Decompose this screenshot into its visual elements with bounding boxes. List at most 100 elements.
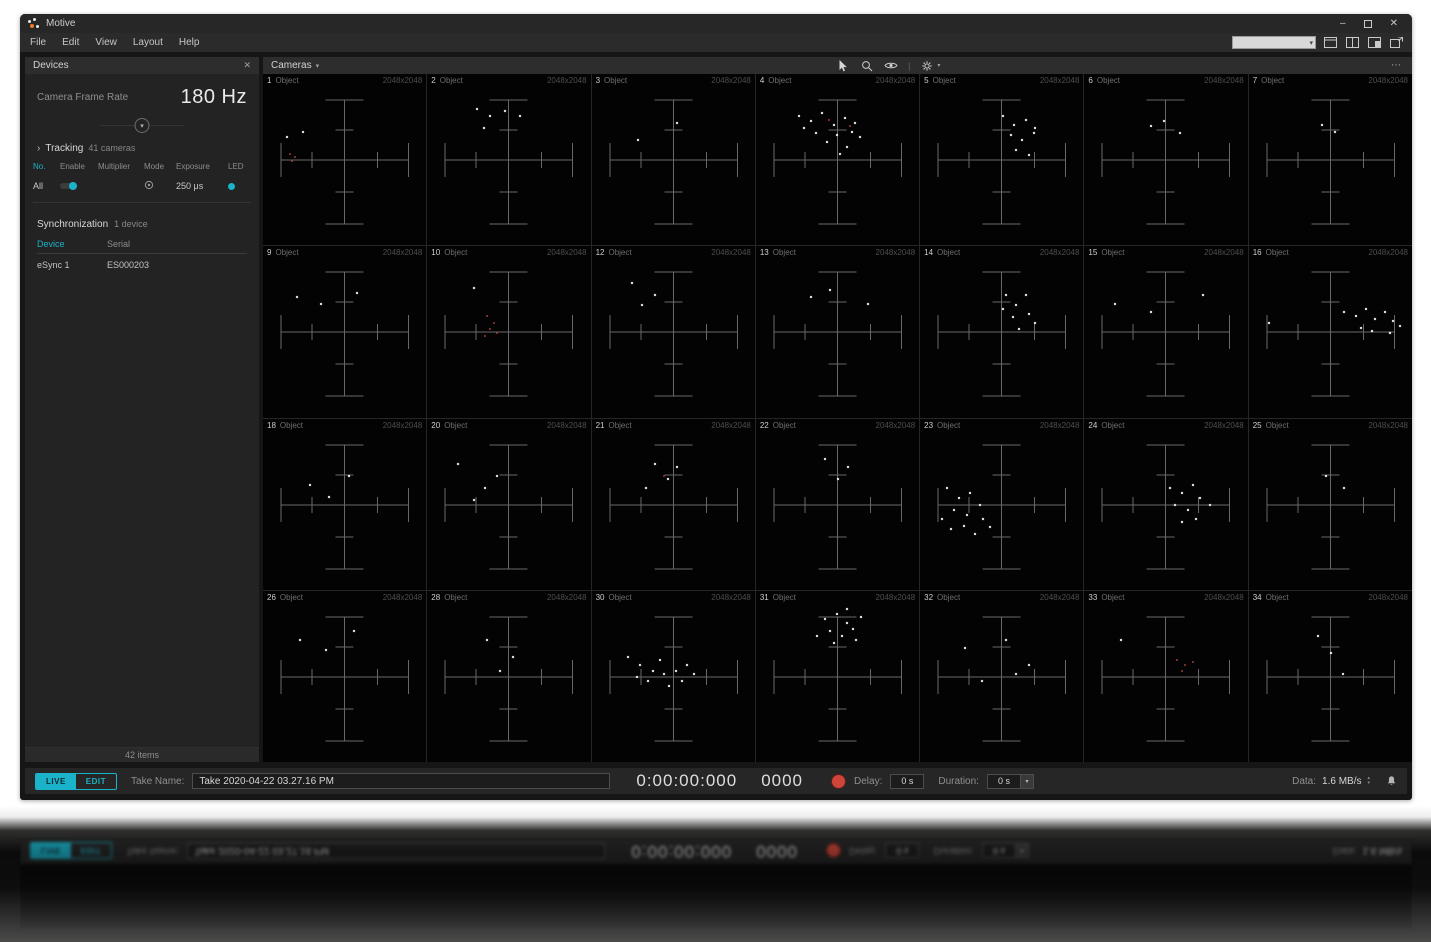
marker-dot (654, 294, 656, 296)
marker-dot-red (289, 153, 291, 155)
maximize-button[interactable] (1364, 20, 1372, 28)
camera-tile[interactable]: 10Object2048x2048 (427, 246, 590, 417)
camera-number: 2 (431, 76, 435, 85)
camera-tile[interactable]: 12Object2048x2048 (592, 246, 755, 417)
camera-mode-label: Object (937, 421, 960, 430)
cameras-panel-header: Cameras ▾ | ▾ ⋯ (263, 57, 1412, 74)
camera-tile-header: 34Object2048x2048 (1253, 593, 1408, 602)
minimize-button[interactable]: – (1340, 18, 1346, 29)
camera-tile[interactable]: 14Object2048x2048 (920, 246, 1083, 417)
synchronization-section: Synchronization 1 device Device Serial e… (25, 203, 259, 270)
camera-tile[interactable]: 31Object2048x2048 (756, 591, 919, 762)
camera-tile[interactable]: 9Object2048x2048 (263, 246, 426, 417)
camera-tile[interactable]: 4Object2048x2048 (756, 74, 919, 245)
camera-resolution-label: 2048x2048 (1368, 421, 1408, 430)
camera-tile[interactable]: 15Object2048x2048 (1084, 246, 1247, 417)
col-mode[interactable]: Mode (144, 159, 176, 174)
delay-field[interactable]: 0 s (890, 774, 924, 789)
gear-dropdown-icon[interactable]: ▾ (937, 62, 940, 69)
camera-number: 1 (267, 76, 271, 85)
camera-tile[interactable]: 26Object2048x2048 (263, 591, 426, 762)
record-button[interactable] (831, 774, 846, 789)
marker-dot (950, 528, 952, 530)
menu-view[interactable]: View (87, 34, 125, 51)
camera-number: 18 (267, 421, 276, 430)
col-exposure[interactable]: Exposure (176, 159, 228, 174)
camera-tile[interactable]: 6Object2048x2048 (1084, 74, 1247, 245)
expander-button[interactable]: ▾ (135, 118, 150, 133)
camera-tile[interactable]: 23Object2048x2048 (920, 419, 1083, 590)
new-layout-icon[interactable] (1323, 37, 1338, 49)
camera-tile[interactable]: 16Object2048x2048 (1249, 246, 1412, 417)
video-mode-icon[interactable] (144, 177, 176, 195)
close-button[interactable]: ✕ (1390, 18, 1398, 29)
col-no[interactable]: No. (33, 159, 60, 174)
camera-tile[interactable]: 24Object2048x2048 (1084, 419, 1247, 590)
camera-tile[interactable]: 5Object2048x2048 (920, 74, 1083, 245)
camera-tile[interactable]: 25Object2048x2048 (1249, 419, 1412, 590)
camera-tile[interactable]: 33Object2048x2048 (1084, 591, 1247, 762)
camera-tile[interactable]: 13Object2048x2048 (756, 246, 919, 417)
visibility-eye-icon[interactable] (884, 60, 898, 72)
camera-tile[interactable]: 30Object2048x2048 (592, 591, 755, 762)
col-multiplier[interactable]: Multiplier (98, 159, 144, 174)
select-tool-icon[interactable] (836, 60, 850, 72)
take-name-input[interactable] (192, 773, 610, 789)
floating-window-icon[interactable] (1389, 37, 1404, 49)
camera-tile[interactable]: 7Object2048x2048 (1249, 74, 1412, 245)
camera-tile[interactable]: 32Object2048x2048 (920, 591, 1083, 762)
zoom-tool-icon[interactable] (860, 60, 874, 72)
cameras-panel-title[interactable]: Cameras (271, 60, 312, 71)
camera-tile[interactable]: 34Object2048x2048 (1249, 591, 1412, 762)
docking-layout-icon[interactable] (1367, 37, 1382, 49)
exposure-value[interactable]: 250 μs (176, 181, 228, 191)
camera-tile-header: 24Object2048x2048 (1088, 421, 1243, 430)
edit-button[interactable]: EDIT (76, 774, 116, 789)
col-led[interactable]: LED (228, 159, 250, 174)
col-serial[interactable]: Serial (107, 239, 247, 249)
camera-tile[interactable]: 2Object2048x2048 (427, 74, 590, 245)
marker-dot (846, 622, 848, 624)
menu-help[interactable]: Help (171, 34, 208, 51)
camera-number: 9 (267, 248, 271, 257)
calibration-reticle-icon (920, 419, 1083, 590)
layout-selector-dropdown[interactable]: ▾ (1232, 36, 1316, 49)
enable-toggle[interactable] (60, 183, 76, 189)
marker-dot (1015, 673, 1017, 675)
calibration-reticle-icon (756, 419, 919, 590)
camera-tile[interactable]: 28Object2048x2048 (427, 591, 590, 762)
devices-close-icon[interactable]: ✕ (243, 60, 251, 71)
menu-layout[interactable]: Layout (125, 34, 171, 51)
split-layout-icon[interactable] (1345, 37, 1360, 49)
data-stepper-icon[interactable]: ▴▾ (1367, 776, 1370, 786)
duration-dropdown-icon[interactable]: ▾ (1021, 774, 1034, 789)
col-device[interactable]: Device (37, 239, 107, 249)
menu-file[interactable]: File (22, 34, 54, 51)
calibration-reticle-icon (427, 74, 590, 245)
notifications-bell-icon[interactable] (1386, 775, 1397, 787)
camera-tile-header: 32Object2048x2048 (924, 593, 1079, 602)
col-enable[interactable]: Enable (60, 159, 98, 174)
tracking-section-header[interactable]: › Tracking 41 cameras (25, 137, 259, 159)
camera-mode-label: Object (1101, 593, 1124, 602)
marker-dot (353, 630, 355, 632)
camera-number: 21 (596, 421, 605, 430)
camera-tile[interactable]: 1Object2048x2048 (263, 74, 426, 245)
settings-gear-icon[interactable] (920, 60, 934, 72)
camera-resolution-label: 2048x2048 (711, 248, 751, 257)
camera-tile[interactable]: 3Object2048x2048 (592, 74, 755, 245)
led-toggle[interactable] (228, 183, 235, 190)
live-button[interactable]: LIVE (36, 774, 76, 789)
camera-number: 16 (1253, 248, 1262, 257)
duration-field[interactable]: 0 s (987, 774, 1021, 789)
camera-tile[interactable]: 20Object2048x2048 (427, 419, 590, 590)
panel-menu-icon[interactable]: ⋯ (1391, 60, 1404, 71)
sync-device-row[interactable]: eSync 1 ES000203 (37, 254, 247, 270)
camera-tile[interactable]: 21Object2048x2048 (592, 419, 755, 590)
devices-panel-header: Devices ✕ (25, 57, 259, 74)
camera-tile[interactable]: 22Object2048x2048 (756, 419, 919, 590)
camera-tile-header: 12Object2048x2048 (596, 248, 751, 257)
camera-mode-label: Object (1261, 76, 1284, 85)
menu-edit[interactable]: Edit (54, 34, 87, 51)
camera-tile[interactable]: 18Object2048x2048 (263, 419, 426, 590)
